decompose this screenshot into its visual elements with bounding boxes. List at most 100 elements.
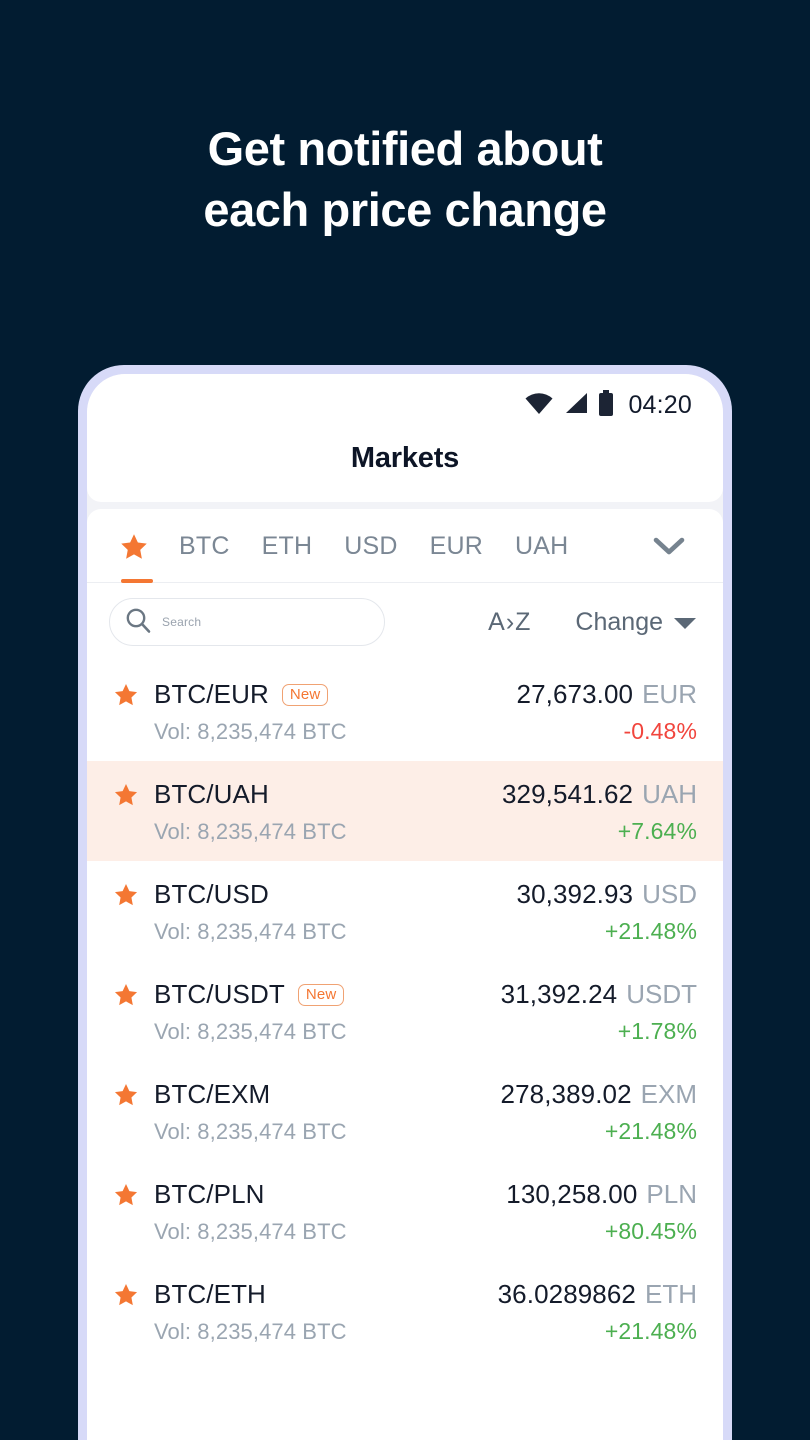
market-volume: Vol: 8,235,474 BTC — [154, 1318, 347, 1344]
star-icon[interactable] — [113, 882, 139, 908]
table-row[interactable]: BTC/PLN 130,258.00 PLN Vol: 8,235,474 BT… — [87, 1161, 723, 1261]
headline-line-1: Get notified about — [207, 122, 603, 175]
search-input[interactable]: Search — [109, 598, 385, 646]
headline-line-2: each price change — [203, 183, 607, 236]
market-row-primary: BTC/EUR New 27,673.00 EUR — [113, 679, 697, 710]
market-pair-name: BTC/EXM — [154, 1079, 271, 1109]
search-placeholder: Search — [162, 615, 202, 629]
market-currency: EXM — [640, 1079, 697, 1109]
market-volume: Vol: 8,235,474 BTC — [154, 1218, 347, 1244]
market-price-group: 278,389.02 EXM — [501, 1079, 697, 1110]
market-volume: Vol: 8,235,474 BTC — [154, 718, 347, 744]
market-row-primary: BTC/PLN 130,258.00 PLN — [113, 1179, 697, 1210]
market-row-primary: BTC/ETH 36.0289862 ETH — [113, 1279, 697, 1310]
market-currency: EUR — [642, 679, 697, 709]
star-icon[interactable] — [113, 782, 139, 808]
market-pair-name: BTC/USD — [154, 879, 269, 909]
sort-alphabetical-button[interactable]: A›Z — [478, 608, 541, 637]
market-row-secondary: Vol: 8,235,474 BTC +21.48% — [113, 918, 697, 945]
market-price: 329,541.62 — [501, 779, 634, 809]
promo-headline: Get notified about each price change — [0, 118, 810, 240]
status-bar-clock: 04:20 — [628, 391, 692, 419]
tab-eur[interactable]: EUR — [414, 509, 499, 583]
market-pair-name: BTC/EUR — [154, 679, 269, 709]
star-icon[interactable] — [113, 1182, 139, 1208]
chevron-down-icon[interactable] — [639, 536, 699, 556]
market-pair-name: BTC/PLN — [154, 1179, 265, 1209]
phone-screen: 04:20 Markets BTC ETH USD EUR UAH Search… — [87, 374, 723, 1440]
market-currency: ETH — [645, 1279, 697, 1309]
phone-mockup-frame: 04:20 Markets BTC ETH USD EUR UAH Search… — [78, 365, 732, 1440]
market-currency: PLN — [646, 1179, 697, 1209]
market-row-primary: BTC/UAH 329,541.62 UAH — [113, 779, 697, 810]
market-currency: USD — [642, 879, 697, 909]
market-price-group: 329,541.62 UAH — [502, 779, 697, 810]
new-badge: New — [281, 683, 329, 706]
market-price: 278,389.02 — [500, 1079, 632, 1109]
star-icon[interactable] — [113, 982, 139, 1008]
market-price: 36.0289862 — [497, 1279, 636, 1309]
market-volume: Vol: 8,235,474 BTC — [154, 818, 347, 844]
market-row-primary: BTC/EXM 278,389.02 EXM — [113, 1079, 697, 1110]
signal-icon — [563, 391, 589, 420]
tab-eth[interactable]: ETH — [246, 509, 329, 583]
sort-change-button[interactable]: Change — [541, 608, 701, 637]
market-volume: Vol: 8,235,474 BTC — [154, 918, 347, 944]
table-row[interactable]: BTC/EXM 278,389.02 EXM Vol: 8,235,474 BT… — [87, 1061, 723, 1161]
market-row-secondary: Vol: 8,235,474 BTC +1.78% — [113, 1018, 697, 1045]
star-icon — [119, 532, 149, 560]
market-pair-name: BTC/UAH — [154, 779, 269, 809]
status-badge: +21.48% — [604, 1318, 697, 1344]
table-row[interactable]: BTC/EUR New 27,673.00 EUR Vol: 8,235,474… — [87, 661, 723, 761]
market-price-group: 30,392.93 USD — [517, 879, 697, 910]
currency-tabs: BTC ETH USD EUR UAH — [87, 509, 723, 583]
tab-btc[interactable]: BTC — [163, 509, 246, 583]
market-row-secondary: Vol: 8,235,474 BTC +7.64% — [113, 818, 697, 845]
promo-screenshot: Get notified about each price change 04:… — [0, 0, 810, 1440]
status-badge: +80.45% — [604, 1218, 697, 1244]
market-price-group: 36.0289862 ETH — [498, 1279, 697, 1310]
markets-body-card: BTC ETH USD EUR UAH Search A›Z Change BT… — [87, 509, 723, 1440]
market-price: 27,673.00 — [516, 679, 634, 709]
table-row[interactable]: BTC/USDT New 31,392.24 USDT Vol: 8,235,4… — [87, 961, 723, 1061]
tab-favorites[interactable] — [111, 509, 163, 583]
table-row[interactable]: BTC/ETH 36.0289862 ETH Vol: 8,235,474 BT… — [87, 1261, 723, 1361]
market-price: 31,392.24 — [500, 979, 618, 1009]
tab-uah[interactable]: UAH — [499, 509, 584, 583]
battery-icon — [598, 390, 614, 421]
market-price-group: 27,673.00 EUR — [517, 679, 697, 710]
caret-down-icon — [673, 608, 697, 637]
star-icon[interactable] — [113, 1082, 139, 1108]
tab-usd[interactable]: USD — [328, 509, 413, 583]
status-badge: +21.48% — [604, 1118, 697, 1144]
market-row-secondary: Vol: 8,235,474 BTC -0.48% — [113, 718, 697, 745]
tab-active-indicator — [121, 578, 153, 583]
sort-change-label: Change — [575, 607, 663, 636]
filter-toolbar: Search A›Z Change — [87, 583, 723, 661]
market-pair-name: BTC/ETH — [154, 1279, 266, 1309]
page-title: Markets — [350, 442, 460, 474]
status-bar: 04:20 — [87, 374, 723, 420]
markets-list: BTC/EUR New 27,673.00 EUR Vol: 8,235,474… — [87, 661, 723, 1361]
new-badge: New — [297, 983, 345, 1006]
market-currency: USDT — [626, 979, 697, 1009]
search-icon — [124, 606, 152, 639]
market-row-secondary: Vol: 8,235,474 BTC +21.48% — [113, 1118, 697, 1145]
app-header-card: 04:20 Markets — [87, 374, 723, 502]
market-volume: Vol: 8,235,474 BTC — [154, 1118, 347, 1144]
market-volume: Vol: 8,235,474 BTC — [154, 1018, 347, 1044]
table-row[interactable]: BTC/USD 30,392.93 USD Vol: 8,235,474 BTC… — [87, 861, 723, 961]
table-row[interactable]: BTC/UAH 329,541.62 UAH Vol: 8,235,474 BT… — [87, 761, 723, 861]
star-icon[interactable] — [113, 682, 139, 708]
market-row-secondary: Vol: 8,235,474 BTC +80.45% — [113, 1218, 697, 1245]
status-badge: +7.64% — [617, 818, 697, 844]
status-badge: +1.78% — [617, 1018, 697, 1044]
market-currency: UAH — [642, 779, 697, 809]
star-icon[interactable] — [113, 1282, 139, 1308]
wifi-icon — [524, 391, 554, 420]
status-badge: +21.48% — [604, 918, 697, 944]
market-pair-name: BTC/USDT — [154, 979, 285, 1009]
market-price-group: 130,258.00 PLN — [506, 1179, 697, 1210]
market-row-secondary: Vol: 8,235,474 BTC +21.48% — [113, 1318, 697, 1345]
market-row-primary: BTC/USD 30,392.93 USD — [113, 879, 697, 910]
